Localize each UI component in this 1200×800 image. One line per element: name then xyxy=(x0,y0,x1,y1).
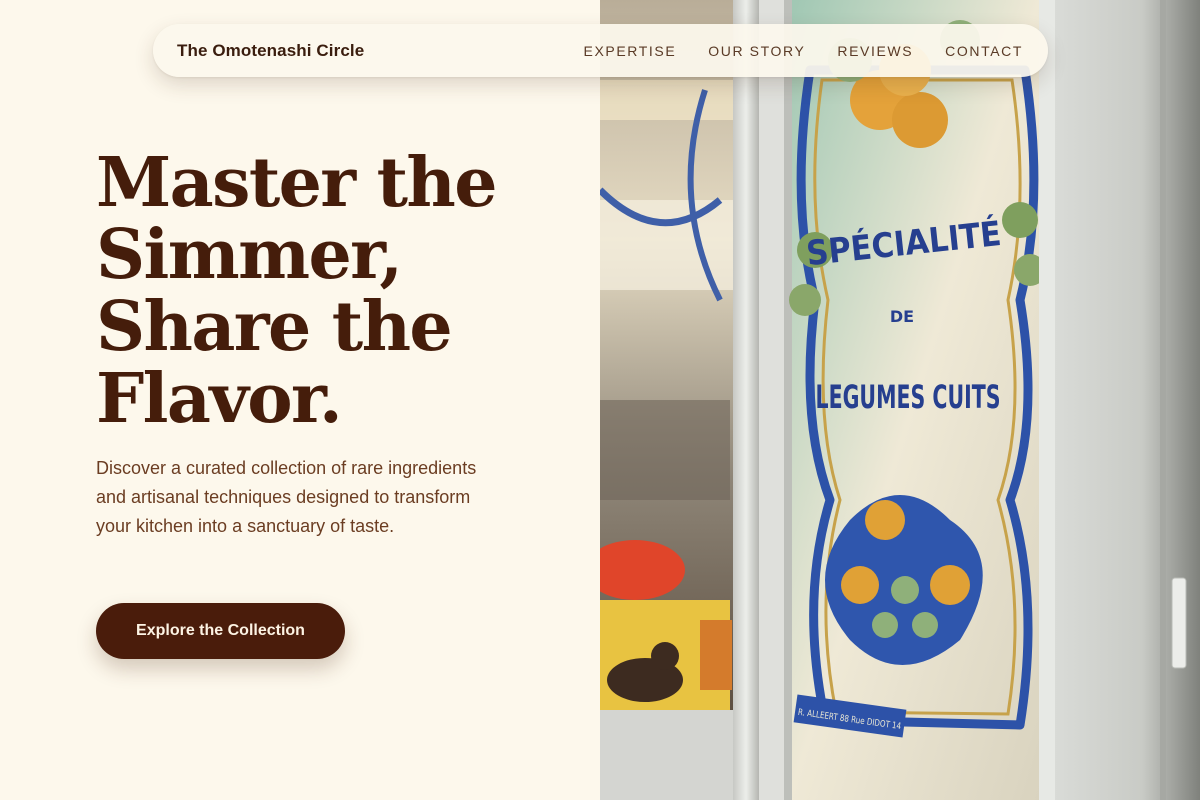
brand-name[interactable]: The Omotenashi Circle xyxy=(177,41,364,61)
headline-line: Master the xyxy=(96,143,498,223)
nav-link-contact[interactable]: CONTACT xyxy=(945,43,1023,59)
headline-line: Simmer, xyxy=(96,215,403,295)
sign-de: DE xyxy=(890,307,914,326)
sign-subtitle: LEGUMES CUITS xyxy=(816,378,1001,416)
hero-photo: SPÉCIALITÉ DE LEGUMES CUITS R. ALLEERT 8… xyxy=(600,0,1200,800)
headline-line: Flavor. xyxy=(96,359,343,439)
nav-links: EXPERTISE OUR STORY REVIEWS CONTACT xyxy=(552,43,1023,59)
hero-headline: Master the Simmer, Share the Flavor. xyxy=(96,147,576,435)
nav-link-reviews[interactable]: REVIEWS xyxy=(837,43,913,59)
nav-link-our-story[interactable]: OUR STORY xyxy=(708,43,805,59)
explore-collection-button[interactable]: Explore the Collection xyxy=(96,603,345,659)
top-nav: The Omotenashi Circle EXPERTISE OUR STOR… xyxy=(153,24,1048,77)
headline-line: Share the xyxy=(96,287,453,367)
hero-description: Discover a curated collection of rare in… xyxy=(96,458,477,536)
nav-link-expertise[interactable]: EXPERTISE xyxy=(584,43,677,59)
